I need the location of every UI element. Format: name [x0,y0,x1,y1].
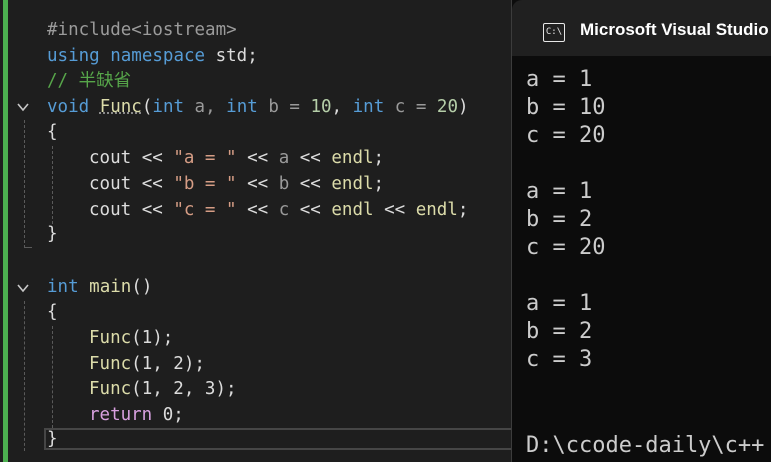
code-text: (1, 2); [131,354,205,374]
code-line-1[interactable]: #include<iostream> [47,17,237,43]
parameter: a, [184,97,227,117]
keyword: int [226,97,258,117]
console-window[interactable]: C:\ Microsoft Visual Studio a = 1 b = 10… [511,0,771,462]
function-call: Func [89,354,132,374]
operator: << [236,148,279,168]
operator: << [131,200,174,220]
code-line-9[interactable]: } [47,221,58,247]
brace: { [47,122,58,142]
identifier: cout [89,148,132,168]
fold-region-guide [24,301,25,451]
parameter: b = [257,97,311,117]
code-line-7[interactable]: cout << "b = " << b << endl; [89,171,384,197]
operator: << [289,148,332,168]
code-line-12[interactable]: { [47,299,58,325]
string-literal: "c = " [173,200,237,220]
code-line-17[interactable]: } [47,426,58,452]
operator: << [236,200,279,220]
code-line-16[interactable]: return 0; [89,402,184,428]
string-literal: "b = " [173,174,237,194]
parameter: b [278,174,290,194]
code-text: 0; [152,405,184,425]
punctuation: ; [457,200,469,220]
include-directive: #include<iostream> [47,20,237,40]
string-literal: "a = " [173,148,237,168]
console-app-icon: C:\ [543,23,565,42]
brace: } [47,224,58,244]
identifier: cout [89,174,132,194]
keyword: namespace [110,46,206,66]
function-name: endl [415,200,458,220]
fold-chevron-icon[interactable] [16,281,30,295]
code-line-13[interactable]: Func(1); [89,325,173,351]
code-text: std; [205,46,258,66]
console-titlebar[interactable]: C:\ Microsoft Visual Studio [512,0,771,56]
operator: << [289,200,332,220]
code-text: (1); [131,328,174,348]
keyword: int [152,97,185,117]
punctuation: () [131,277,153,297]
brace: { [47,302,58,322]
punctuation: , [331,97,353,117]
code-line-15[interactable]: Func(1, 2, 3); [89,376,237,402]
function-name[interactable]: Func [100,97,142,117]
code-line-11[interactable]: int main() [47,274,152,300]
fold-region-guide [24,120,25,248]
keyword: using [47,46,100,66]
indent-guide [52,326,53,428]
number: 20 [436,97,458,117]
operator: << [131,174,174,194]
punctuation: ; [373,148,385,168]
brace: } [47,429,58,449]
number: 10 [310,97,332,117]
code-text: (1, 2, 3); [131,379,237,399]
function-name: endl [331,148,374,168]
console-title: Microsoft Visual Studio [580,20,769,39]
punctuation: ; [373,174,385,194]
comment: // 半缺省 [47,71,132,91]
keyword: int [47,277,79,297]
git-change-indicator [3,0,8,462]
keyword: int [352,97,385,117]
operator: << [131,148,174,168]
operator: << [236,174,279,194]
function-call: Func [89,379,132,399]
code-line-2[interactable]: using namespace std; [47,43,258,69]
function-name: endl [331,200,374,220]
identifier: cout [89,200,132,220]
code-line-3[interactable]: // 半缺省 [47,68,131,94]
fold-chevron-icon[interactable] [16,100,30,114]
parameter: c = [384,97,437,117]
keyword: return [89,405,153,425]
code-line-5[interactable]: { [47,119,58,145]
code-line-4[interactable]: void Func(int a, int b = 10, int c = 20) [47,94,469,120]
function-name: main [89,277,132,297]
current-line-highlight [44,428,514,450]
code-line-14[interactable]: Func(1, 2); [89,351,205,377]
operator: << [373,200,416,220]
code-line-6[interactable]: cout << "a = " << a << endl; [89,145,384,171]
parameter: c [278,200,290,220]
operator: << [289,174,332,194]
keyword: void [47,97,90,117]
code-line-8[interactable]: cout << "c = " << c << endl << endl; [89,197,468,223]
fold-region-end [24,247,32,248]
function-call: Func [89,328,132,348]
parameter: a [278,148,290,168]
punctuation: ) [458,97,469,117]
console-output: a = 1 b = 10 c = 20 a = 1 b = 2 c = 20 a… [526,67,606,372]
indent-guide [52,146,53,224]
console-path: D:\ccode-daily\c++ [526,433,765,458]
punctuation: ( [141,97,153,117]
function-name: endl [331,174,374,194]
